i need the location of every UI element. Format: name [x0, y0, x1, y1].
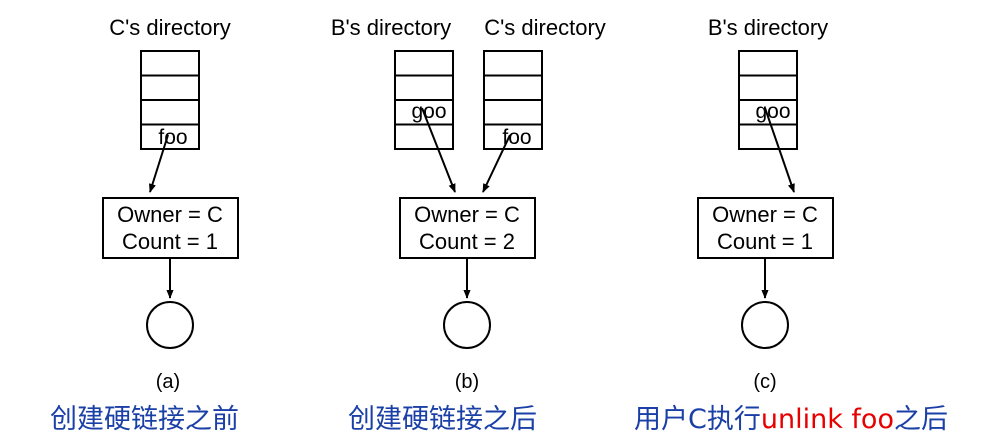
directory-entry-foo: foo — [502, 126, 531, 149]
caption-after-unlink: 用户C执行unlink foo之后 — [634, 404, 948, 436]
inode-owner: Owner = C — [117, 202, 223, 227]
hard-link-diagram: C's directory foo Owner = C Count = 1 (a… — [0, 0, 990, 448]
inode-count: Count = 1 — [122, 229, 218, 254]
directory-entry-goo: goo — [411, 100, 446, 123]
directory-title-c: C's directory — [484, 15, 606, 40]
file-data-circle — [741, 301, 789, 349]
panel-label-a: (a) — [156, 371, 180, 393]
caption-after-link: 创建硬链接之后 — [348, 404, 537, 435]
caption-command: unlink foo — [760, 404, 894, 435]
caption-suffix: 之后 — [893, 404, 948, 435]
directory-entry-goo: goo — [755, 100, 790, 123]
panel-c: B's directory goo Owner = C Count = 1 (c… — [697, 15, 834, 393]
panel-a: C's directory foo Owner = C Count = 1 (a… — [102, 15, 239, 393]
caption-prefix: 用户C执行 — [634, 404, 761, 435]
panel-b: B's directory C's directory goo foo Owne… — [331, 15, 606, 393]
directory-title-c: C's directory — [109, 15, 231, 40]
inode-count: Count = 1 — [717, 229, 813, 254]
inode-count: Count = 2 — [419, 229, 515, 254]
inode-owner: Owner = C — [712, 202, 818, 227]
directory-title-b: B's directory — [708, 15, 828, 40]
panel-label-c: (c) — [753, 371, 776, 393]
inode-owner: Owner = C — [414, 202, 520, 227]
file-data-circle — [146, 301, 194, 349]
directory-entry-foo: foo — [158, 126, 187, 149]
caption-before-link: 创建硬链接之前 — [50, 404, 239, 435]
panel-label-b: (b) — [455, 371, 479, 393]
directory-title-b: B's directory — [331, 15, 451, 40]
file-data-circle — [443, 301, 491, 349]
link-arrow-foo — [482, 134, 511, 193]
